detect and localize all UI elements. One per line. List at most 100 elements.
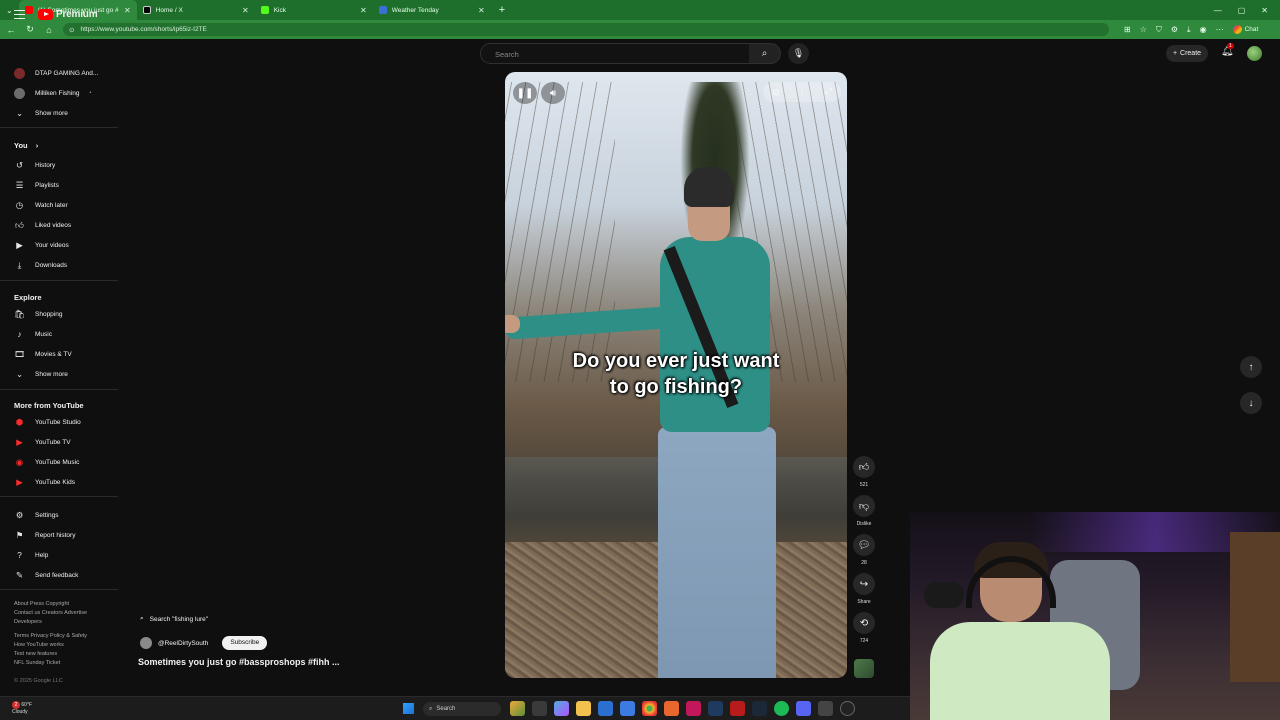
more-options-icon[interactable]: ⋮ — [798, 88, 806, 97]
sidebar-item-your-videos[interactable]: ▶ Your videos — [14, 238, 69, 252]
sidebar-show-more[interactable]: ⌄ Show more — [14, 106, 68, 120]
captions-icon[interactable]: ⊡ — [772, 88, 779, 97]
steam-icon[interactable] — [752, 701, 767, 716]
app-icon[interactable] — [818, 701, 833, 716]
dislike-button[interactable]: 👎︎ Dislike — [852, 495, 876, 527]
minimize-icon[interactable]: — — [1214, 6, 1222, 15]
footer-line[interactable]: NFL Sunday Ticket — [14, 659, 114, 668]
sidebar-item-playlists[interactable]: ☰ Playlists — [14, 178, 59, 192]
menu-icon[interactable] — [14, 10, 25, 19]
sidebar-item-history[interactable]: ↺ History — [14, 158, 55, 172]
channel-avatar[interactable] — [140, 637, 152, 649]
previous-short-button[interactable]: ↑ — [1240, 356, 1262, 378]
shield-icon[interactable]: ⛉ — [1156, 25, 1162, 35]
copilot-icon[interactable] — [554, 701, 569, 716]
close-window-icon[interactable]: ✕ — [1261, 6, 1268, 15]
maximize-icon[interactable]: ▢ — [1238, 6, 1246, 15]
taskbar-search[interactable]: ⌕ Search — [423, 702, 501, 716]
windows-start-icon[interactable] — [403, 703, 414, 714]
chat-button[interactable]: Chat — [1232, 25, 1258, 34]
footer-line[interactable]: Test new features — [14, 650, 114, 659]
sidebar-item-settings[interactable]: ⚙ Settings — [14, 508, 59, 522]
firefox-icon[interactable] — [664, 701, 679, 716]
extensions-icon[interactable]: ⚙ — [1171, 25, 1178, 34]
sidebar-item-downloads[interactable]: ⤓ Downloads — [14, 258, 68, 272]
sidebar-item-watch-later[interactable]: ◷ Watch later — [14, 198, 68, 212]
store-icon[interactable] — [598, 701, 613, 716]
footer-line[interactable]: Developers — [14, 618, 114, 627]
shorts-video-player[interactable]: Do you ever just want to go fishing? ❚❚ … — [505, 72, 847, 678]
browser-tab-x[interactable]: Home / X ✕ — [137, 0, 255, 20]
sidebar-item-youtube-studio[interactable]: ⬢ YouTube Studio — [14, 415, 81, 429]
sidebar-item-report-history[interactable]: ⚑ Report history — [14, 528, 76, 542]
sidebar-item-youtube-kids[interactable]: ▶ YouTube Kids — [14, 475, 75, 489]
remix-button[interactable]: ⟲ 724 — [852, 612, 876, 644]
footer-line[interactable]: Terms Privacy Policy & Safety — [14, 632, 114, 641]
sidebar-you-heading[interactable]: You › — [14, 141, 38, 150]
close-tab-icon[interactable]: ✕ — [478, 6, 485, 15]
app-icon[interactable] — [686, 701, 701, 716]
share-button[interactable]: ↪ Share — [852, 573, 876, 605]
next-short-button[interactable]: ↓ — [1240, 392, 1262, 414]
url-field[interactable]: ⊙ https://www.youtube.com/shorts/ip65iz-… — [63, 23, 1109, 36]
channel-name[interactable]: @ReelDirtySouth — [158, 640, 208, 647]
browser-tab-kick[interactable]: Kick ✕ — [255, 0, 373, 20]
app-icon[interactable] — [730, 701, 745, 716]
sidebar-item-liked-videos[interactable]: 👍︎ Liked videos — [14, 218, 71, 232]
volume-button[interactable]: 🔊︎ — [541, 82, 565, 104]
footer-line[interactable]: About Press Copyright — [14, 600, 114, 609]
close-tab-icon[interactable]: ✕ — [124, 6, 131, 15]
weather-widget[interactable]: 2 60°F Cloudy — [12, 701, 32, 716]
new-tab-button[interactable]: + — [491, 4, 513, 16]
back-icon[interactable]: ← — [6, 25, 16, 35]
sidebar-item-youtube-tv[interactable]: ▶ YouTube TV — [14, 435, 70, 449]
pause-button[interactable]: ❚❚ — [513, 82, 537, 104]
close-tab-icon[interactable]: ✕ — [242, 6, 249, 15]
chrome-icon[interactable] — [642, 701, 657, 716]
sidebar-item-label: Your videos — [35, 241, 69, 249]
mail-icon[interactable] — [620, 701, 635, 716]
file-explorer-icon[interactable] — [576, 701, 591, 716]
reload-icon[interactable]: ↻ — [25, 24, 35, 35]
sidebar-item-help[interactable]: ? Help — [14, 548, 48, 562]
fullscreen-icon[interactable]: ⤢ — [825, 87, 831, 97]
sidebar-item-youtube-music[interactable]: ◉ YouTube Music — [14, 455, 80, 469]
search-button[interactable]: ⌕ — [749, 43, 781, 64]
voice-search-button[interactable]: 🎙︎ — [788, 43, 809, 64]
app-icon[interactable] — [510, 701, 525, 716]
notifications-button[interactable]: 🔔︎ 1 — [1221, 43, 1234, 57]
profile-icon[interactable]: ◉ — [1200, 25, 1207, 34]
footer-line[interactable]: How YouTube works — [14, 641, 114, 650]
bookmark-star-icon[interactable]: ☆ — [1140, 25, 1147, 34]
obs-icon[interactable] — [840, 701, 855, 716]
task-view-icon[interactable] — [532, 701, 547, 716]
search-suggestion-chip[interactable]: ⌕ Search "fishing lure" — [140, 615, 208, 623]
close-tab-icon[interactable]: ✕ — [360, 6, 367, 15]
home-icon[interactable]: ⌂ — [44, 25, 54, 35]
account-avatar[interactable] — [1247, 46, 1262, 61]
footer-line[interactable]: Contact us Creators Advertise — [14, 609, 114, 618]
site-info-icon[interactable]: ⊙ — [69, 26, 74, 34]
menu-dots-icon[interactable]: ⋯ — [1216, 25, 1224, 34]
sidebar-item-music[interactable]: ♪ Music — [14, 327, 52, 341]
sidebar-item-movies-tv[interactable]: 🎞︎ Movies & TV — [14, 347, 72, 361]
youtube-premium-logo[interactable]: Premium — [38, 9, 98, 20]
discord-icon[interactable] — [796, 701, 811, 716]
subscribe-button[interactable]: Subscribe — [222, 636, 268, 650]
sidebar-item-shopping[interactable]: 🛍︎ Shopping — [14, 307, 62, 321]
app-icon[interactable] — [708, 701, 723, 716]
sound-thumbnail[interactable] — [854, 659, 874, 678]
sidebar-item-send-feedback[interactable]: ✎ Send feedback — [14, 568, 78, 582]
short-title[interactable]: Sometimes you just go #bassproshops #fih… — [138, 657, 340, 667]
like-button[interactable]: 👍︎ 521 — [852, 456, 876, 488]
downloads-icon[interactable]: ⤓ — [1187, 25, 1191, 35]
comments-button[interactable]: 💬︎ 28 — [852, 534, 876, 566]
install-icon[interactable]: ⊞ — [1124, 25, 1131, 34]
spotify-icon[interactable] — [774, 701, 789, 716]
create-button[interactable]: + Create — [1166, 45, 1208, 62]
sidebar-show-more[interactable]: ⌄ Show more — [14, 367, 68, 381]
search-input[interactable]: Search — [480, 43, 750, 64]
sidebar-subscription-milliken[interactable]: Milliken Fishing • — [14, 86, 91, 100]
sidebar-subscription-dtap[interactable]: DTAP GAMING And... — [14, 66, 98, 80]
browser-tab-weather[interactable]: Weather Tenday ✕ — [373, 0, 491, 20]
